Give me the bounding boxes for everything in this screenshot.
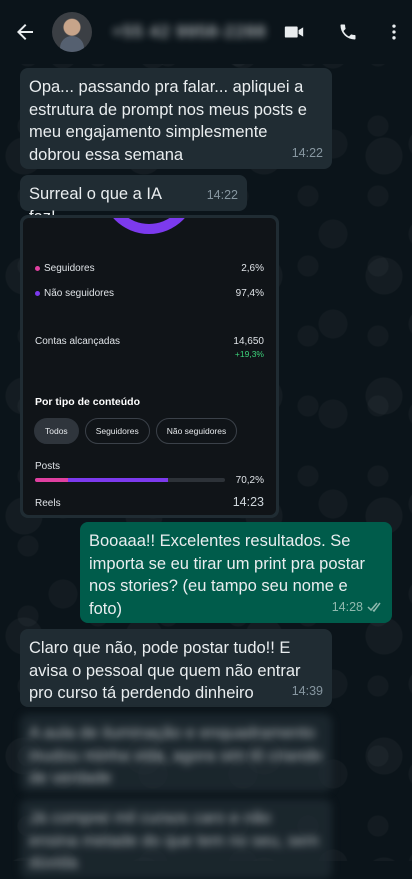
video-camera-icon[interactable] — [283, 20, 305, 44]
analytics-screenshot[interactable]: Seguidores 2,6% Não seguidores 97,4% Con… — [23, 218, 276, 515]
chat-header: +55 42 9958-2288 — [0, 0, 412, 64]
message-bubble[interactable]: Surreal o que a IA faz! 14:22 — [20, 175, 247, 226]
donut-chart-arc — [101, 218, 197, 234]
chip-seguidores[interactable]: Seguidores — [84, 418, 150, 444]
purple-dot-icon — [35, 290, 40, 296]
reels-label: Reels — [35, 498, 61, 509]
contact-name[interactable]: +55 42 9958-2288 — [112, 22, 267, 42]
message-time: 14:22 — [291, 145, 323, 160]
message-bubble[interactable]: Claro que não, pode postar tudo!! E avis… — [20, 629, 332, 707]
arrow-left-icon[interactable] — [12, 20, 38, 44]
content-type-filter: Todos Seguidores Não seguidores — [34, 418, 238, 444]
message-time: 14:28 — [331, 599, 363, 614]
posts-bar-nao-seguidores — [68, 478, 169, 482]
chip-todos[interactable]: Todos — [34, 418, 79, 444]
more-vertical-icon[interactable] — [384, 20, 404, 44]
message-bubble-blurred[interactable]: Já comprei mil cursos caro e não ensina … — [20, 799, 332, 879]
double-check-icon — [367, 602, 381, 613]
message-time: 14:23 — [232, 495, 264, 509]
message-text: A aula de iluminação e enquadramento mud… — [29, 724, 323, 787]
contas-change: +19,3% — [234, 349, 264, 359]
avatar[interactable] — [52, 12, 92, 52]
message-time: 14:22 — [206, 187, 238, 202]
posts-progress-bar — [35, 478, 225, 482]
nao-seguidores-value: 97,4% — [235, 288, 264, 299]
posts-bar-seguidores — [35, 478, 69, 482]
seguidores-value: 2,6% — [241, 263, 264, 274]
message-list: Opa... passando pra falar... apliquei a … — [0, 64, 412, 879]
image-message[interactable]: Seguidores 2,6% Não seguidores 97,4% Con… — [20, 215, 279, 518]
message-text: Claro que não, pode postar tudo!! E avis… — [29, 639, 301, 702]
message-text: Já comprei mil cursos caro e não ensina … — [29, 809, 319, 872]
message-bubble[interactable]: Opa... passando pra falar... apliquei a … — [20, 68, 332, 169]
message-bubble-blurred[interactable]: A aula de iluminação e enquadramento mud… — [20, 714, 332, 792]
contas-value: 14,650 — [233, 336, 264, 347]
chip-nao-seguidores[interactable]: Não seguidores — [155, 418, 238, 444]
phone-icon[interactable] — [338, 20, 358, 44]
contas-label: Contas alcançadas — [35, 336, 121, 347]
posts-value: 70,2% — [235, 475, 264, 486]
message-time: 14:39 — [291, 683, 323, 698]
seguidores-label: Seguidores — [44, 263, 95, 274]
message-bubble-outgoing[interactable]: Booaaa!! Excelentes resultados. Se impor… — [80, 522, 392, 623]
message-text: Opa... passando pra falar... apliquei a … — [29, 78, 307, 164]
posts-label: Posts — [35, 461, 61, 472]
section-title: Por tipo de conteúdo — [35, 396, 140, 408]
nao-seguidores-label: Não seguidores — [44, 288, 115, 299]
pink-dot-icon — [35, 265, 40, 271]
